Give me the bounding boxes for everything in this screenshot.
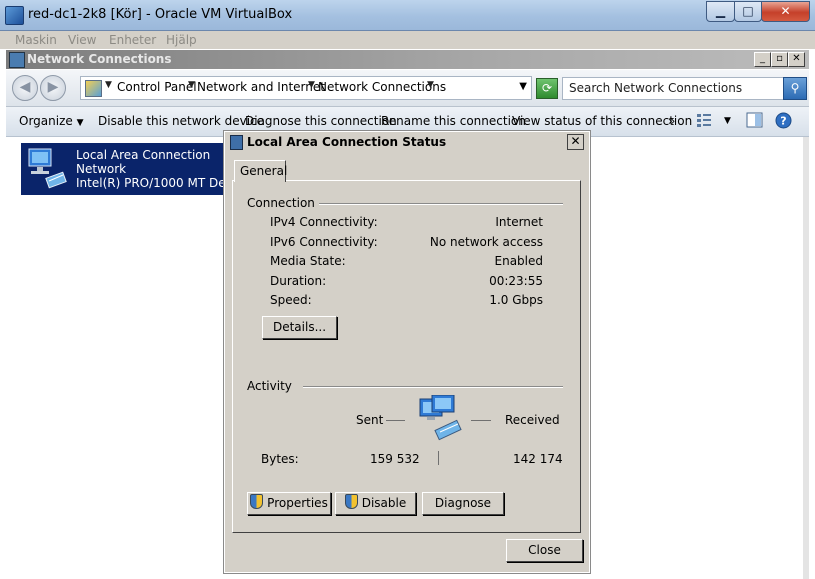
change-view-icon[interactable]	[696, 112, 712, 131]
explorer-minimize-button[interactable]: _	[754, 52, 771, 67]
virtualbox-app-icon	[5, 6, 24, 25]
menu-view[interactable]: View	[68, 33, 96, 47]
search-placeholder: Search Network Connections	[569, 81, 743, 95]
duration-label: Duration:	[270, 274, 327, 288]
diagnose-button[interactable]: Diagnose	[422, 492, 504, 515]
menu-enheter[interactable]: Enheter	[109, 33, 156, 47]
search-input[interactable]: Search Network Connections	[562, 77, 784, 100]
speed-label: Speed:	[270, 293, 312, 307]
preview-pane-icon[interactable]	[746, 112, 763, 131]
breadcrumb-network-and-internet[interactable]: Network and Internet	[197, 80, 325, 94]
organize-label: Organize	[19, 114, 73, 128]
received-line	[471, 420, 491, 421]
breadcrumb-arrow-icon[interactable]: ▼	[308, 80, 315, 90]
general-tab-panel: Connection IPv4 Connectivity: Internet I…	[232, 180, 581, 533]
close-button[interactable]: ✕	[761, 1, 810, 22]
explorer-restore-button[interactable]: ▫	[771, 52, 788, 67]
connection-network: Network	[76, 162, 127, 176]
connection-divider	[313, 203, 563, 205]
media-state-label: Media State:	[270, 254, 346, 268]
diagnose-connection-button[interactable]: Diagnose this connection	[245, 114, 397, 128]
window-title: red-dc1-2k8 [Kör] - Oracle VM VirtualBox	[28, 7, 293, 22]
maximize-button[interactable]: □	[734, 1, 762, 22]
bytes-sent-value: 159 532	[370, 452, 420, 466]
network-adapter-icon	[28, 148, 67, 189]
svg-text:?: ?	[780, 115, 786, 128]
control-panel-icon	[85, 80, 102, 97]
explorer-titlebar[interactable]: Network Connections _ ▫ ✕	[6, 50, 809, 69]
duration-value: 00:23:55	[489, 274, 543, 288]
explorer-title: Network Connections	[27, 52, 172, 66]
network-status-icon	[230, 135, 243, 150]
help-icon[interactable]: ?	[775, 112, 792, 132]
tab-general[interactable]: General	[234, 160, 288, 182]
view-status-button[interactable]: View status of this connection	[512, 114, 692, 128]
breadcrumb-control-panel[interactable]: Control Panel	[117, 80, 197, 94]
details-button[interactable]: Details...	[262, 316, 337, 339]
dialog-close-icon[interactable]: ✕	[567, 134, 584, 150]
disable-device-button[interactable]: Disable this network device	[98, 114, 264, 128]
rename-connection-button[interactable]: Rename this connection	[381, 114, 526, 128]
tab-general-label: General	[240, 164, 288, 178]
connection-status-dialog: Local Area Connection Status ✕ General C…	[223, 130, 591, 574]
search-icon[interactable]: ⚲	[783, 77, 807, 100]
properties-label: Properties	[267, 496, 328, 510]
disable-label: Disable	[361, 496, 407, 510]
dialog-title: Local Area Connection Status	[247, 135, 447, 149]
address-field[interactable]: ▼ Control Panel ▼ Network and Internet ▼…	[80, 76, 532, 100]
media-state-value: Enabled	[494, 254, 544, 268]
connection-group-label: Connection	[247, 196, 319, 210]
ipv6-value: No network access	[429, 235, 543, 249]
network-connections-icon	[9, 52, 25, 68]
activity-group-label: Activity	[247, 379, 296, 393]
sent-line	[386, 420, 405, 421]
properties-button[interactable]: Properties	[247, 492, 331, 515]
dialog-titlebar[interactable]: Local Area Connection Status ✕	[226, 133, 588, 151]
more-commands-button[interactable]: »	[668, 114, 675, 128]
address-bar: ◀ ▶ ▼ Control Panel ▼ Network and Intern…	[6, 70, 809, 107]
explorer-close-button[interactable]: ✕	[788, 52, 805, 67]
speed-value: 1.0 Gbps	[489, 293, 543, 307]
bytes-received-value: 142 174	[513, 452, 563, 466]
ipv4-value: Internet	[495, 215, 543, 229]
menu-hjalp[interactable]: Hjälp	[166, 33, 197, 47]
disable-button[interactable]: Disable	[335, 492, 416, 515]
vbox-menubar: Maskin View Enheter Hjälp	[0, 31, 815, 49]
close-dialog-button[interactable]: Close	[506, 539, 583, 562]
view-options-chevron-icon[interactable]: ▼	[724, 116, 731, 126]
scrollbar[interactable]	[803, 137, 809, 579]
menu-maskin[interactable]: Maskin	[15, 33, 57, 47]
breadcrumb-arrow-icon[interactable]: ▼	[105, 80, 112, 90]
received-label: Received	[505, 413, 560, 427]
local-area-connection-item[interactable]: Local Area Connection Network Intel(R) P…	[21, 143, 224, 195]
connection-name: Local Area Connection	[76, 148, 211, 162]
back-button[interactable]: ◀	[12, 75, 38, 101]
bytes-separator	[438, 451, 439, 465]
minimize-button[interactable]: ▁	[706, 1, 735, 22]
uac-shield-icon	[344, 494, 358, 509]
connection-adapter: Intel(R) PRO/1000 MT Desktop	[76, 176, 224, 190]
network-activity-icon	[419, 395, 462, 441]
vbox-titlebar[interactable]: red-dc1-2k8 [Kör] - Oracle VM VirtualBox…	[0, 0, 815, 31]
organize-button[interactable]: Organize ▼	[19, 114, 84, 128]
ipv4-label: IPv4 Connectivity:	[270, 215, 378, 229]
ipv6-label: IPv6 Connectivity:	[270, 235, 378, 249]
refresh-icon[interactable]: ⟳	[536, 78, 558, 99]
chevron-down-icon: ▼	[76, 118, 84, 128]
breadcrumb-arrow-icon[interactable]: ▼	[188, 80, 195, 90]
breadcrumb-arrow-icon[interactable]: ▼	[427, 80, 434, 90]
forward-button[interactable]: ▶	[40, 75, 66, 101]
activity-divider	[303, 386, 563, 388]
address-history-dropdown-icon[interactable]: ▼	[519, 81, 527, 92]
bytes-label: Bytes:	[261, 452, 299, 466]
sent-label: Sent	[356, 413, 384, 427]
uac-shield-icon	[250, 494, 264, 509]
